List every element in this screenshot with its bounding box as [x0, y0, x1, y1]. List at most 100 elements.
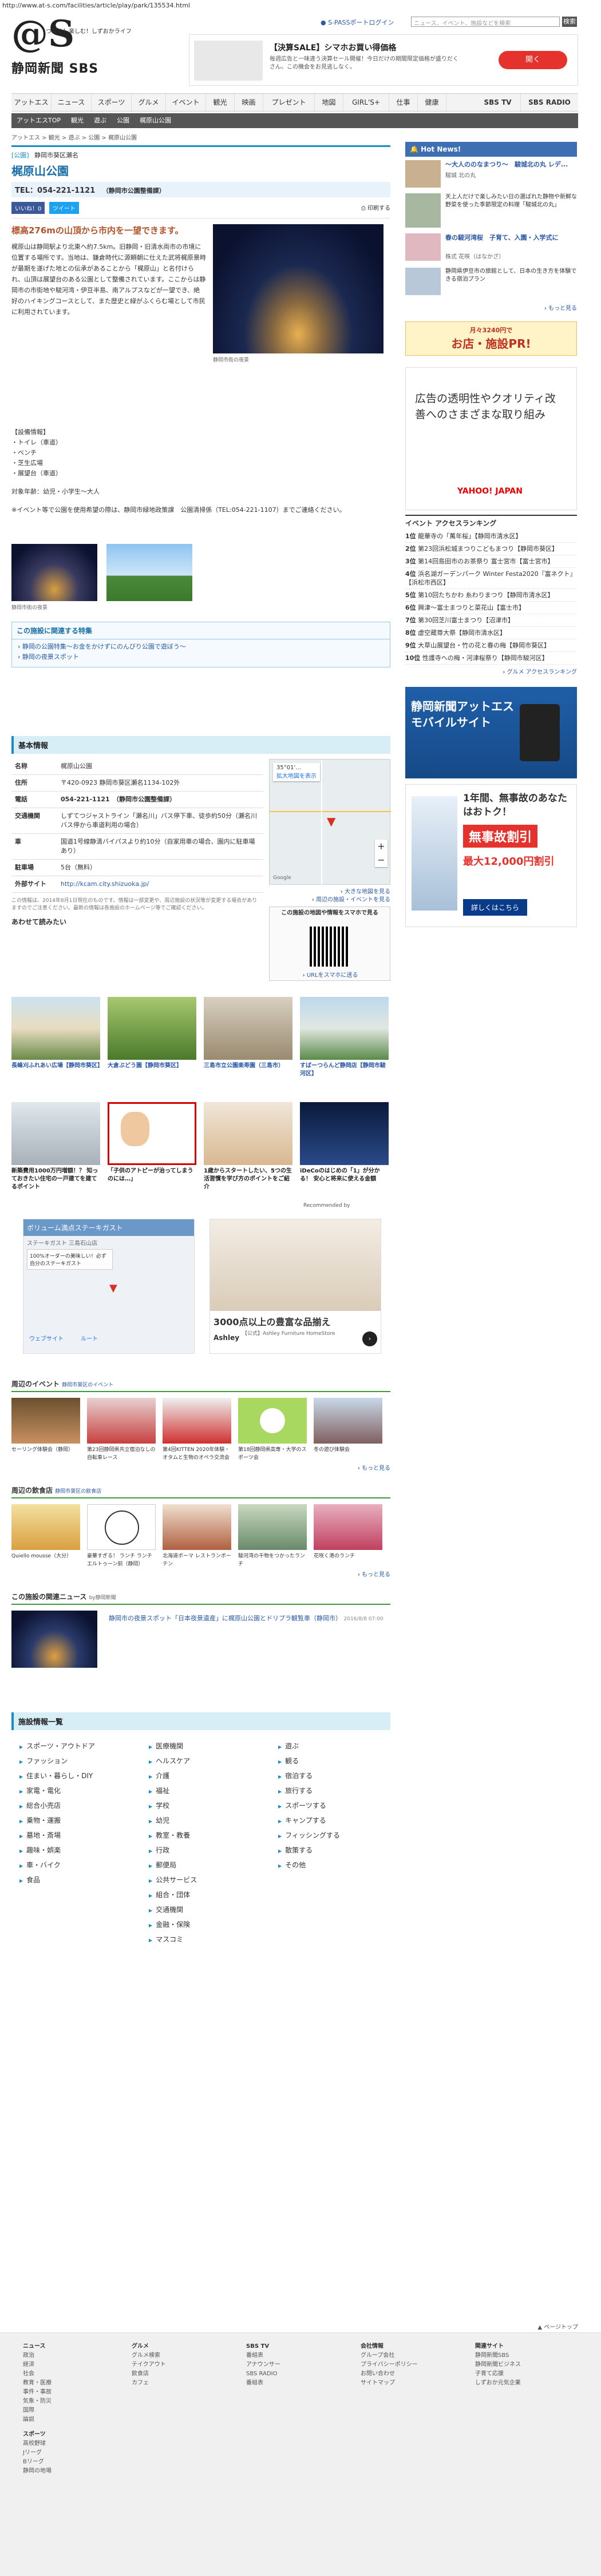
footer-link[interactable]: 国際 — [23, 2406, 52, 2415]
category-link[interactable]: 介護 — [149, 1769, 197, 1784]
footer-link[interactable]: 番組表 — [246, 2379, 280, 2388]
ranking-item[interactable]: 2位 第23回浜松城まつりこどもまつり【静岡市葵区】 — [405, 543, 577, 555]
gourmet-title-item[interactable]: Quiello mousse（大分） — [11, 1552, 80, 1560]
category-link[interactable]: 住まい・暮らし・DIY — [19, 1769, 95, 1784]
category-link[interactable]: キャンプする — [278, 1814, 340, 1828]
footer-link[interactable]: 気象・防災 — [23, 2397, 52, 2406]
nav-item[interactable]: 仕事 — [389, 94, 418, 111]
nav-item[interactable]: GIRL'S+ — [343, 94, 389, 111]
category-link[interactable]: 福祉 — [149, 1784, 197, 1799]
gourmet-more-link[interactable]: › もっと見る — [11, 1569, 390, 1578]
footer-link[interactable]: 社会 — [23, 2370, 52, 2379]
events-more-link[interactable]: › もっと見る — [11, 1463, 390, 1472]
gmap-ad-route[interactable]: ルート — [81, 1334, 98, 1342]
footer-link[interactable]: お問い合わせ — [361, 2370, 418, 2379]
news-item[interactable]: 静岡市の夜景スポット「日本夜景遺産」に梶原山公園とドリプラ観覧車（静岡市） 20… — [109, 1614, 383, 1624]
nav-item[interactable]: 地図 — [315, 94, 343, 111]
hotnews-link[interactable]: 天上人だけで楽しみたい日の選ばれた静物や新鮮な野菜を使った季節限定の料理「駿城北… — [445, 193, 577, 209]
nav-item-sbsradio[interactable]: SBS RADIO — [521, 94, 578, 111]
nav-item-sbstv[interactable]: SBS TV — [475, 94, 521, 111]
footer-link[interactable]: アナウンサー — [246, 2360, 280, 2370]
recommend-title[interactable]: iDeCoのはじめの「1」が分かる！ 安心と将来に使える金額 — [300, 1167, 389, 1183]
hotnews-link[interactable]: 〜大人ののなまつり〜 駿城北の丸 レデ... — [445, 160, 577, 169]
hotnews-more-link[interactable]: › もっと見る — [544, 303, 577, 312]
gourmet-title-item[interactable]: 駿河湾の干物をつかったランチ — [238, 1552, 307, 1568]
ad-open-button[interactable]: 開く — [499, 51, 567, 69]
recommend-title[interactable]: 1歳からスタートしたい、5つの生活習慣を学び方のポイントをご紹介 — [204, 1167, 292, 1191]
thumb-image[interactable] — [108, 997, 196, 1060]
arrow-right-icon[interactable]: › — [362, 1331, 377, 1346]
ranking-item[interactable]: 5位 第10回たちかわ 糸わりまつり【静岡市清水区】 — [405, 589, 577, 602]
footer-link[interactable]: Bリーグ — [23, 2458, 52, 2467]
footer-link[interactable]: 教育・医療 — [23, 2379, 52, 2388]
category-link[interactable]: その他 — [278, 1858, 340, 1873]
ranking-item[interactable]: 6位 興津〜富士まつりと菜花山【富士市】 — [405, 602, 577, 614]
related-feature-link[interactable]: › 静岡の夜景スポット — [18, 652, 384, 662]
gourmet-image[interactable] — [11, 1504, 80, 1550]
gourmet-image[interactable] — [238, 1504, 307, 1550]
category-link[interactable]: 教室・教養 — [149, 1828, 197, 1843]
category-link[interactable]: ファッション — [19, 1754, 95, 1769]
gallery-photo[interactable] — [106, 544, 192, 601]
ranking-item[interactable]: 1位 龍華寺の「萬年桜」【静岡市清水区】 — [405, 530, 577, 543]
footer-link[interactable]: 経済 — [23, 2360, 52, 2370]
map[interactable]: 35°01'… 拡大地図を表示 ▼ + − Google — [269, 759, 391, 885]
category-link[interactable]: 観る — [278, 1754, 340, 1769]
subnav-item[interactable]: アットエスTOP — [11, 113, 66, 128]
mobile-site-banner[interactable]: 静岡新聞アットエス モバイルサイト — [405, 687, 577, 778]
category-link[interactable]: 郵便局 — [149, 1858, 197, 1873]
footer-link[interactable]: 静岡新聞ビジネス — [475, 2360, 521, 2370]
thumb-image[interactable] — [300, 997, 389, 1060]
category-link[interactable]: 公共サービス — [149, 1873, 197, 1888]
footer-link[interactable]: グルメ検索 — [132, 2351, 166, 2360]
hotnews-image[interactable] — [405, 233, 441, 261]
print-button[interactable]: ⎙ 印刷する — [361, 203, 390, 212]
address-bar[interactable]: http://www.at-s.com/facilities/article/p… — [0, 0, 601, 10]
big-map-link[interactable]: › 大きな地図を見る — [269, 888, 390, 896]
thumb-title[interactable]: 三島市立公園楽寿園（三島市） — [204, 1062, 292, 1070]
category-link[interactable]: 組合・団体 — [149, 1888, 197, 1903]
category-link[interactable]: 遊ぶ — [278, 1739, 340, 1754]
recommend-image[interactable] — [300, 1102, 389, 1165]
nav-item[interactable]: グルメ — [132, 94, 166, 111]
hotnews-link[interactable]: 静岡県伊豆市の旅館として、日本の生き方を体験できる宿泊プラン — [445, 268, 577, 284]
sony-ad-button[interactable]: 詳しくはこちら — [463, 899, 528, 916]
furniture-ad[interactable]: 3000点以上の豊富な品揃え 【公式】Ashley Furniture Home… — [209, 1219, 381, 1354]
recommend-image[interactable] — [108, 1102, 196, 1165]
gmap-ad[interactable]: ボリューム満点ステーキガスト ステーキガスト 三島石山店 100%オーダーの美味… — [23, 1219, 195, 1354]
search-input[interactable]: ニュース、イベント、施設などを検索 — [411, 17, 560, 27]
recommend-image[interactable] — [11, 1102, 100, 1165]
category-link[interactable]: 学校 — [149, 1799, 197, 1814]
gourmet-title-item[interactable]: 花咲く港のランチ — [314, 1552, 382, 1560]
nav-item[interactable]: 観光 — [206, 94, 235, 111]
category-link[interactable]: 交通機関 — [149, 1903, 197, 1918]
nav-item[interactable]: ニュース — [52, 94, 92, 111]
gourmet-tag[interactable]: 静岡市葵区の飲食店 — [55, 1489, 101, 1494]
ranking-item[interactable]: 9位 大草山展望台・竹の花と春の梅【静岡市葵区】 — [405, 639, 577, 652]
facility-tel[interactable]: TEL：054-221-1121 — [15, 186, 95, 195]
thumb-image[interactable] — [204, 997, 292, 1060]
gourmet-title-item[interactable]: 北海道ボーマ レストランボーテン — [163, 1552, 231, 1568]
footer-link[interactable]: プライバシーポリシー — [361, 2360, 418, 2370]
category-link[interactable]: 総合小売店 — [19, 1799, 95, 1814]
ranking-item[interactable]: 4位 浜名湖ガーデンパーク Winter Festa2020『富ネクト』【浜松市… — [405, 568, 577, 589]
nav-item[interactable]: 健康 — [418, 94, 446, 111]
yahoo-ad[interactable]: 広告の透明性やクオリティ改善へのさまざまな取り組み YAHOO! JAPAN — [405, 367, 577, 510]
footer-link[interactable]: カフェ — [132, 2379, 166, 2388]
event-image[interactable] — [163, 1398, 231, 1444]
ranking-item[interactable]: 3位 第14回島田市のお茶祭り 富士宮市【富士宮市】 — [405, 555, 577, 568]
subnav-item[interactable]: 遊ぶ — [89, 113, 112, 128]
external-site-link[interactable]: http://kcam.city.shizuoka.jp/ — [61, 880, 149, 888]
gallery-photo[interactable] — [11, 544, 97, 601]
footer-link[interactable]: 政治 — [23, 2351, 52, 2360]
recommend-image[interactable] — [204, 1102, 292, 1165]
nav-item[interactable]: 映画 — [235, 94, 263, 111]
footer-link[interactable]: 事件・事故 — [23, 2388, 52, 2397]
thumb-title[interactable]: 長峰刈ふれあい広場【静岡市葵区】 — [11, 1062, 103, 1070]
gmap-ad-website[interactable]: ウェブサイト — [29, 1334, 64, 1342]
site-logo[interactable]: @S つなぐ！楽しむ！しずおかライフ 静岡新聞 SBS — [11, 16, 132, 79]
events-tag[interactable]: 静岡市葵区のイベント — [62, 1382, 113, 1388]
category-link[interactable]: 宿泊する — [278, 1769, 340, 1784]
footer-link[interactable]: Jリーグ — [23, 2448, 52, 2458]
hotnews-image[interactable] — [405, 193, 441, 228]
